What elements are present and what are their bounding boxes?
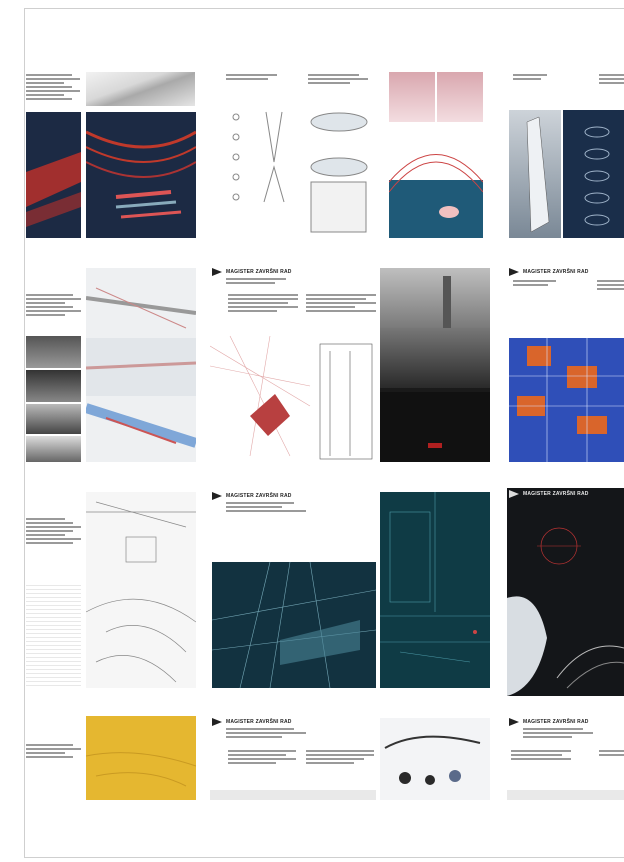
thumb-r3-light-render: MAGISTER ZAVRŠNI RAD xyxy=(210,490,376,688)
thumb-r2-axonometric: MAGISTER ZAVRŠNI RAD xyxy=(507,266,624,462)
plan-drawings xyxy=(86,287,196,448)
thumb-r3-text-sheet xyxy=(26,492,81,688)
curve-lines-graphic xyxy=(86,130,196,219)
thumb-r4-text-page: MAGISTER ZAVRŠNI RAD xyxy=(210,716,376,800)
thumb-r3-site-map xyxy=(86,492,196,688)
thumb-r1-sketches xyxy=(216,72,374,238)
thumb-r4-sketch xyxy=(380,718,490,800)
sketch-graphic xyxy=(384,735,481,785)
thumb-r2-photos xyxy=(26,268,81,462)
dark-render-graphic xyxy=(507,527,624,696)
thumb-r1-navy-main xyxy=(86,112,196,238)
section-drawing xyxy=(210,335,373,460)
tower-graphic xyxy=(526,116,610,233)
thumb-r3-teal-plan xyxy=(380,492,490,688)
page-title: MAGISTER ZAVRŠNI RAD xyxy=(523,719,589,725)
red-stripes-graphic xyxy=(26,152,81,227)
teal-plan-drawing xyxy=(380,492,490,663)
thumb-r2-section: MAGISTER ZAVRŠNI RAD xyxy=(210,266,376,462)
thumb-r4-yellow xyxy=(86,716,196,800)
thumb-r1-pink-teal xyxy=(389,72,483,238)
yellow-texture xyxy=(86,752,196,787)
thumb-r3-dark-render: MAGISTER ZAVRŠNI RAD xyxy=(507,488,624,696)
thumb-r4-text xyxy=(26,740,81,800)
thumb-r2-tower-photo xyxy=(380,268,490,462)
sketch-drawings xyxy=(232,111,368,233)
page-title: MAGISTER ZAVRŠNI RAD xyxy=(226,719,292,725)
thumb-r1-text xyxy=(26,72,80,108)
thumb-r1-navy-left xyxy=(26,112,81,238)
thumb-r4-text-page-right: MAGISTER ZAVRŠNI RAD xyxy=(507,716,624,800)
logo-icon xyxy=(212,718,222,726)
light-lines-graphic xyxy=(211,561,376,688)
arc-graphic xyxy=(389,154,483,218)
thumb-r1-tower xyxy=(509,72,624,238)
thumb-r2-plans xyxy=(86,268,196,462)
thumb-r1-grey-strip xyxy=(86,72,195,106)
site-map-drawing xyxy=(86,501,196,683)
axonometric-grid xyxy=(509,338,624,462)
logo-icon xyxy=(509,718,519,726)
